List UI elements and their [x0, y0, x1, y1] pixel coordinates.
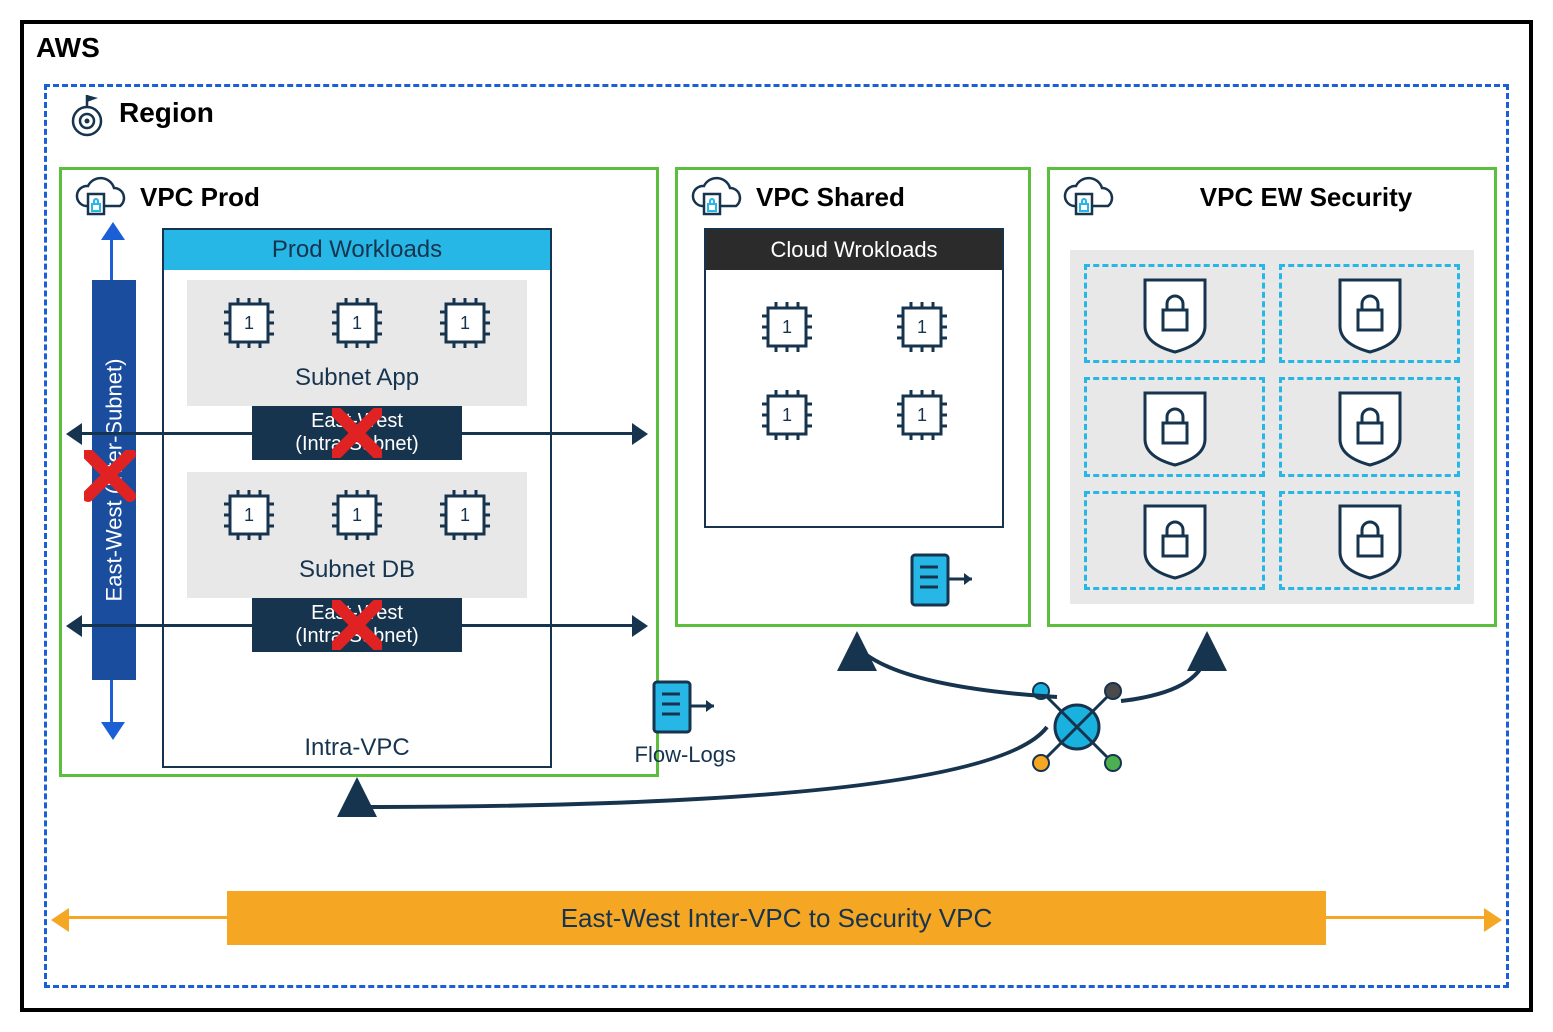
inter-vpc-bar: East-West Inter-VPC to Security VPC: [227, 891, 1326, 945]
flow-logs-icon: [908, 551, 978, 609]
firewall-instance: [1084, 377, 1265, 476]
chip-icon: [758, 386, 816, 444]
flow-logs-icon: [650, 678, 720, 736]
flow-logs-label: Flow-Logs: [635, 742, 736, 767]
shield-lock-icon: [1135, 387, 1215, 467]
vpc-cloud-icon: [70, 176, 130, 222]
chip-icon: [758, 298, 816, 356]
aws-frame: AWS Region VPC Prod East-West (Inter-Sub…: [20, 20, 1533, 1012]
intra-subnet-bar-db: East-West (Intra-Subnet): [252, 598, 462, 652]
aws-label: AWS: [36, 32, 100, 64]
blocked-x-icon: [332, 408, 382, 458]
security-grid: [1070, 250, 1474, 604]
shield-lock-icon: [1330, 274, 1410, 354]
firewall-instance: [1279, 377, 1460, 476]
inter-subnet-bar: East-West (Inter-Subnet): [92, 280, 136, 680]
transit-gateway-icon: [1017, 667, 1137, 792]
flow-logs-shared: [908, 551, 978, 614]
subnet-app: Subnet App: [187, 280, 527, 406]
vpc-prod-title: VPC Prod: [140, 182, 260, 213]
chip-icon: [436, 294, 494, 352]
firewall-instance: [1279, 264, 1460, 363]
inter-vpc-arrow-left: [67, 916, 227, 919]
cloud-workloads-chips: [706, 270, 1002, 472]
firewall-instance: [1279, 491, 1460, 590]
chip-icon: [893, 298, 951, 356]
inter-subnet-arrow-up: [110, 238, 113, 282]
inter-subnet-arrow-down: [110, 680, 113, 724]
cloud-workloads-header: Cloud Wrokloads: [706, 230, 1002, 270]
vpc-cloud-icon: [686, 176, 746, 222]
subnet-app-chips: [187, 288, 527, 358]
vpc-prod: VPC Prod East-West (Inter-Subnet) Prod W…: [59, 167, 659, 777]
shield-lock-icon: [1135, 274, 1215, 354]
chip-icon: [893, 386, 951, 444]
vpc-shared-title: VPC Shared: [756, 182, 905, 213]
shield-lock-icon: [1135, 500, 1215, 580]
flow-logs-prod: Flow-Logs: [635, 678, 736, 768]
blocked-x-icon: [84, 450, 144, 510]
prod-workloads-box: Prod Workloads Subnet App East-West (Int…: [162, 228, 552, 768]
intra-subnet-bar-app: East-West (Intra-Subnet): [252, 406, 462, 460]
chip-icon: [220, 294, 278, 352]
chip-icon: [220, 486, 278, 544]
firewall-instance: [1084, 491, 1265, 590]
intra-vpc-label: Intra-VPC: [164, 734, 550, 762]
subnet-app-label: Subnet App: [187, 364, 527, 392]
chip-icon: [328, 294, 386, 352]
chip-icon: [436, 486, 494, 544]
vpc-security: VPC EW Security: [1047, 167, 1497, 627]
subnet-db-chips: [187, 480, 527, 550]
blocked-x-icon: [332, 600, 382, 650]
inter-vpc-arrow-right: [1326, 916, 1486, 919]
subnet-db: Subnet DB: [187, 472, 527, 598]
inter-vpc-label: East-West Inter-VPC to Security VPC: [561, 903, 993, 934]
subnet-db-label: Subnet DB: [187, 556, 527, 584]
firewall-instance: [1084, 264, 1265, 363]
vpc-security-title: VPC EW Security: [1128, 182, 1484, 213]
shield-lock-icon: [1330, 387, 1410, 467]
vpc-cloud-icon: [1058, 176, 1118, 222]
vpc-shared: VPC Shared Cloud Wrokloads: [675, 167, 1031, 627]
prod-workloads-header: Prod Workloads: [164, 230, 550, 270]
shield-lock-icon: [1330, 500, 1410, 580]
cloud-workloads-box: Cloud Wrokloads: [704, 228, 1004, 528]
chip-icon: [328, 486, 386, 544]
region-label: Region: [119, 97, 214, 129]
region-icon: [65, 93, 111, 139]
region-frame: Region VPC Prod East-West (Inter-Subnet)…: [44, 84, 1509, 988]
